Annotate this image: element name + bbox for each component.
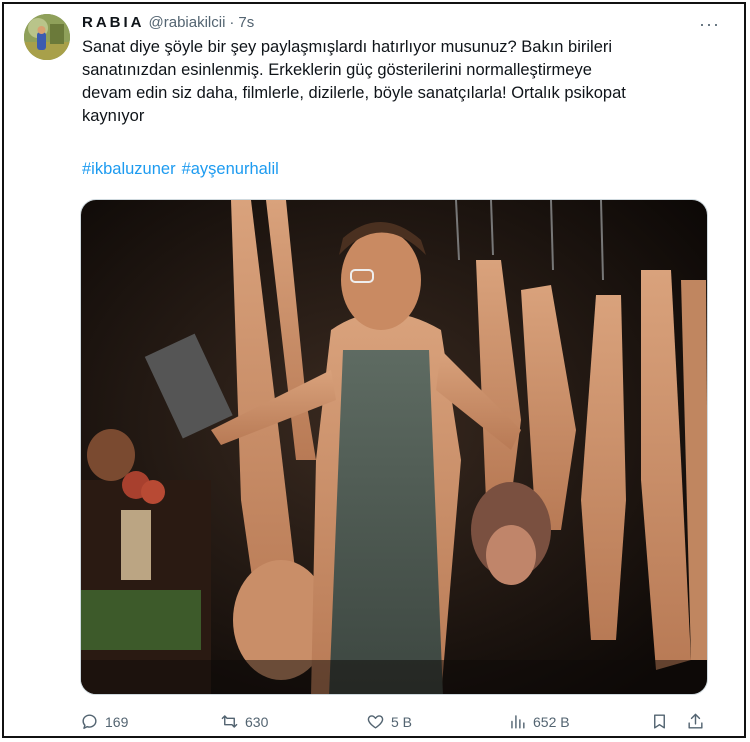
- tweet-text-line: devam edin siz daha, filmlerle, dizilerl…: [82, 84, 626, 102]
- hashtag-link[interactable]: #ikbaluzuner: [82, 160, 176, 178]
- share-icon: [688, 713, 703, 729]
- tweet-text-line: kaynıyor: [82, 107, 145, 125]
- views-chart-icon: [511, 715, 525, 729]
- tweet-text-line: sanatınızdan esinlenmiş. Erkeklerin güç …: [82, 61, 592, 79]
- more-icon[interactable]: ···: [699, 14, 720, 35]
- repost-icon: [221, 715, 238, 728]
- separator-dot: ·: [229, 14, 235, 31]
- bookmark-button[interactable]: [650, 712, 669, 731]
- bookmark-icon: [654, 714, 665, 729]
- hashtag-link[interactable]: #ayşenurhalil: [182, 160, 279, 178]
- timestamp[interactable]: 7s: [238, 14, 254, 31]
- display-name[interactable]: RABIA: [82, 14, 145, 31]
- share-button[interactable]: [686, 712, 705, 731]
- heart-icon: [367, 715, 384, 729]
- views-count: 652 B: [533, 713, 570, 730]
- hashtags: #ikbaluzuner #ayşenurhalil: [82, 160, 285, 179]
- user-handle[interactable]: @rabiakilcii: [149, 14, 226, 31]
- avatar[interactable]: [24, 14, 70, 60]
- like-count: 5 B: [391, 713, 413, 730]
- like-button[interactable]: 5 B: [366, 712, 412, 731]
- tweet-text-line: Sanat diye şöyle bir şey paylaşmışlardı …: [82, 38, 613, 56]
- reply-icon: [82, 714, 97, 729]
- tweet-text: Sanat diye şöyle bir şey paylaşmışlardı …: [82, 36, 712, 128]
- tweet-actions: 169 630 5 B 652 B: [80, 712, 720, 738]
- repost-count: 630: [245, 713, 269, 730]
- reply-count: 169: [105, 713, 129, 730]
- tweet-media-image[interactable]: [80, 199, 708, 695]
- tweet-header: RABIA @rabiakilcii · 7s: [82, 14, 254, 31]
- reply-button[interactable]: 169: [80, 712, 128, 731]
- repost-button[interactable]: 630: [220, 712, 268, 731]
- views-button[interactable]: 652 B: [508, 712, 570, 731]
